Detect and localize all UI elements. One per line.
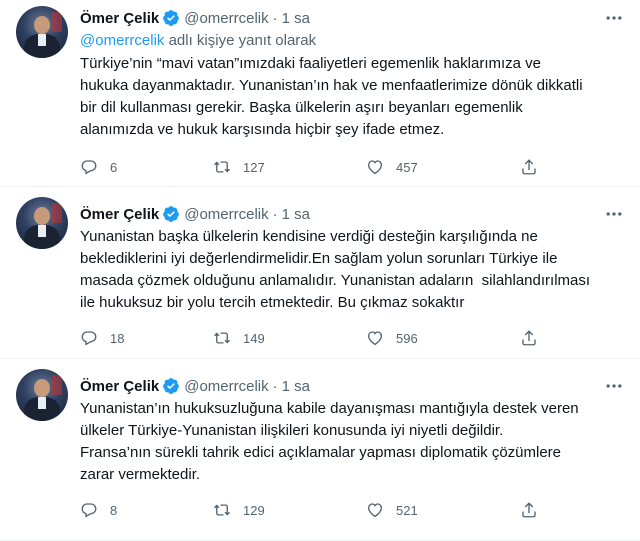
reply-count: 8 xyxy=(110,502,118,518)
reply-icon xyxy=(81,331,97,346)
share-icon xyxy=(522,159,536,175)
avatar[interactable] xyxy=(16,197,68,249)
reply-context: @omerrcelik adlı kişiye yanıt olarak xyxy=(80,31,624,51)
reply-icon xyxy=(81,160,97,175)
heart-icon xyxy=(367,160,383,175)
verified-badge-icon xyxy=(163,206,180,222)
separator-dot: · xyxy=(272,377,278,395)
tweet-header: Ömer Çelik @omerrcelik · 1 sa xyxy=(80,376,624,396)
author-name[interactable]: Ömer Çelik xyxy=(80,10,159,27)
share-icon xyxy=(522,502,536,518)
reply-mention-link[interactable]: @omerrcelik xyxy=(80,32,164,49)
avatar[interactable] xyxy=(16,369,68,421)
reply-button[interactable]: 18 xyxy=(80,329,124,347)
author-handle[interactable]: @omerrcelik xyxy=(184,10,268,27)
tweet[interactable]: Ömer Çelik @omerrcelik · 1 sa Yunanistan… xyxy=(0,187,640,359)
verified-badge-icon xyxy=(163,378,180,394)
reply-count: 6 xyxy=(110,159,118,175)
like-button[interactable]: 521 xyxy=(366,501,418,519)
retweet-icon xyxy=(214,161,230,173)
reply-icon xyxy=(81,503,97,518)
share-button[interactable] xyxy=(520,501,538,519)
timestamp[interactable]: 1 sa xyxy=(282,10,310,27)
like-count: 521 xyxy=(396,502,418,518)
reply-context-label: adlı kişiye yanıt olarak xyxy=(164,32,317,49)
tweet-header: Ömer Çelik @omerrcelik · 1 sa xyxy=(80,8,624,28)
tweet[interactable]: Ömer Çelik @omerrcelik · 1 sa @omerrceli… xyxy=(0,0,640,187)
share-button[interactable] xyxy=(520,158,538,176)
like-button[interactable]: 457 xyxy=(366,158,418,176)
retweet-button[interactable]: 129 xyxy=(213,501,265,519)
verified-badge-icon xyxy=(163,10,180,26)
tweet-actions: 18 149 596 xyxy=(80,329,540,349)
tweet-feed: Ömer Çelik @omerrcelik · 1 sa @omerrceli… xyxy=(0,0,640,541)
like-count: 457 xyxy=(396,159,418,175)
tweet-text: Türkiye’nin “mavi vatan”ımızdaki faaliye… xyxy=(80,55,583,138)
like-button[interactable]: 596 xyxy=(366,329,418,347)
heart-icon xyxy=(367,503,383,518)
tweet-text: Yunanistan başka ülkelerin kendisine ver… xyxy=(80,228,591,311)
timestamp[interactable]: 1 sa xyxy=(282,206,310,223)
share-button[interactable] xyxy=(520,329,538,347)
reply-button[interactable]: 6 xyxy=(80,158,117,176)
retweet-count: 129 xyxy=(243,502,265,518)
retweet-button[interactable]: 127 xyxy=(213,158,265,176)
author-handle[interactable]: @omerrcelik xyxy=(184,378,268,395)
timestamp[interactable]: 1 sa xyxy=(282,378,310,395)
author-name[interactable]: Ömer Çelik xyxy=(80,206,159,223)
reply-button[interactable]: 8 xyxy=(80,501,117,519)
tweet[interactable]: Ömer Çelik @omerrcelik · 1 sa Yunanistan… xyxy=(0,359,640,541)
avatar[interactable] xyxy=(16,6,68,58)
more-dots-icon[interactable] xyxy=(604,204,624,224)
reply-count: 18 xyxy=(110,330,125,346)
tweet-text: Yunanistan’ın hukuksuzluğuna kabile daya… xyxy=(80,400,579,483)
retweet-count: 127 xyxy=(243,159,265,175)
tweet-actions: 8 129 521 xyxy=(80,501,540,521)
heart-icon xyxy=(367,331,383,346)
more-dots-icon[interactable] xyxy=(604,8,624,28)
more-dots-icon[interactable] xyxy=(604,376,624,396)
separator-dot: · xyxy=(272,9,278,27)
share-icon xyxy=(522,330,536,346)
retweet-count: 149 xyxy=(243,330,265,346)
tweet-header: Ömer Çelik @omerrcelik · 1 sa xyxy=(80,204,624,224)
tweet-actions: 6 127 457 xyxy=(80,158,540,178)
separator-dot: · xyxy=(272,205,278,223)
author-name[interactable]: Ömer Çelik xyxy=(80,378,159,395)
retweet-button[interactable]: 149 xyxy=(213,329,265,347)
author-handle[interactable]: @omerrcelik xyxy=(184,206,268,223)
retweet-icon xyxy=(214,504,230,516)
like-count: 596 xyxy=(396,330,418,346)
retweet-icon xyxy=(214,332,230,344)
